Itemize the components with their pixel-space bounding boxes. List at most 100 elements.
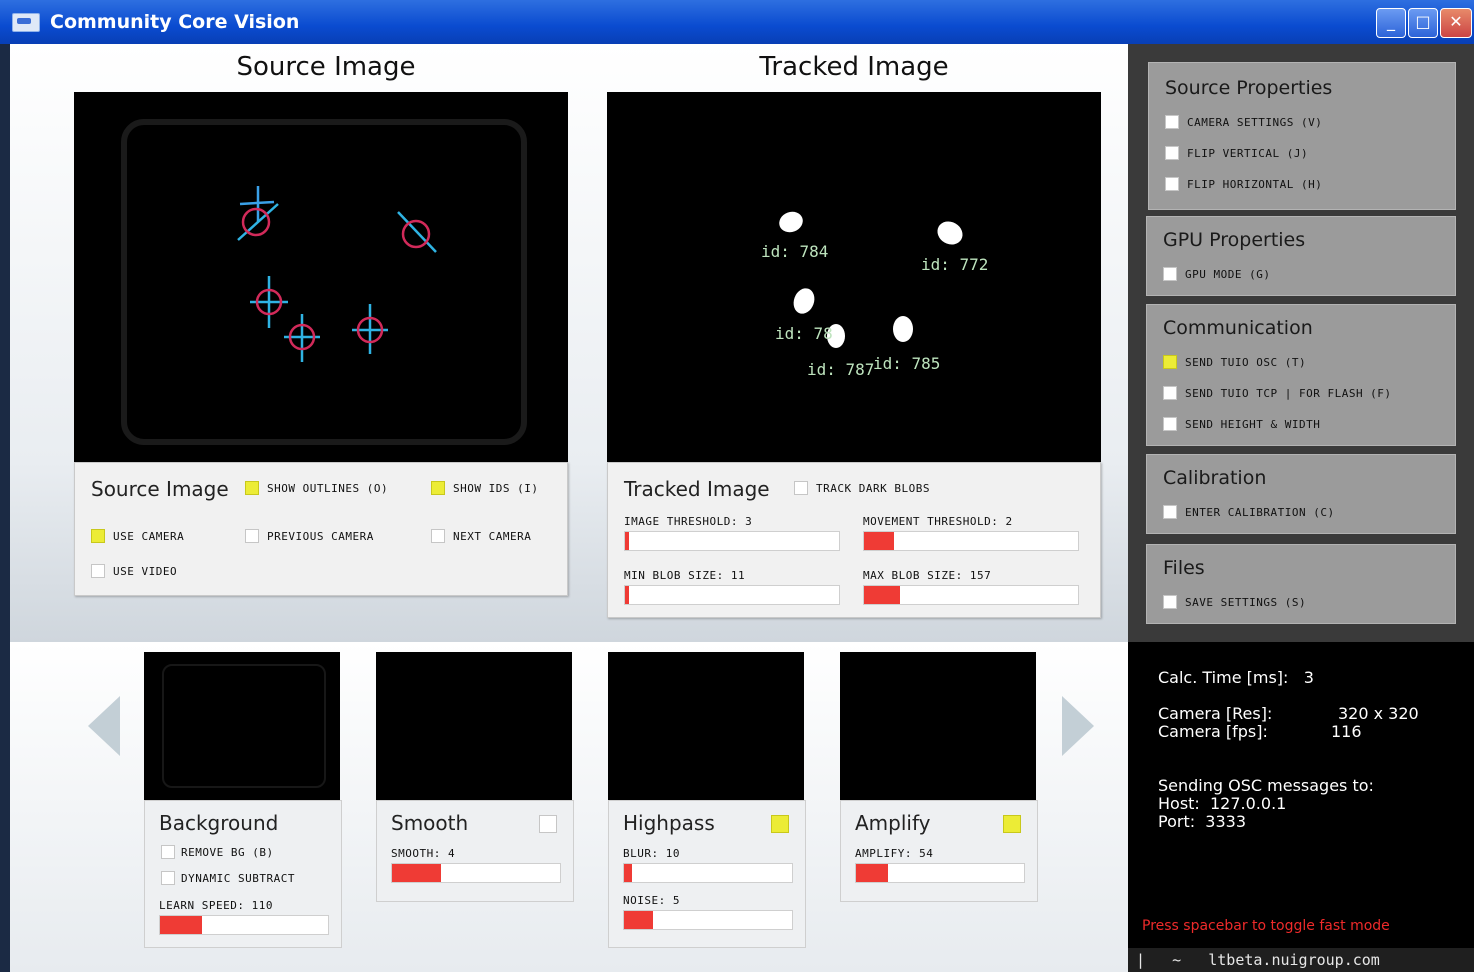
previous-camera-label: PREVIOUS CAMERA [267, 530, 374, 543]
previous-filter-arrow-icon[interactable] [88, 696, 120, 756]
dynamic-subtract-label: DYNAMIC SUBTRACT [181, 872, 295, 885]
slider-fill [864, 586, 901, 604]
smooth-slider[interactable] [391, 863, 561, 883]
dynamic-subtract-checkbox[interactable] [161, 871, 175, 885]
noise-slider[interactable] [623, 910, 793, 930]
blob-id-label: id: 784 [761, 242, 829, 261]
blob-id-label: id: 785 [873, 354, 941, 373]
highpass-thumbnail [608, 652, 804, 800]
highpass-enable-checkbox[interactable] [771, 815, 789, 833]
amplify-slider[interactable] [855, 863, 1025, 883]
app-icon [12, 13, 40, 32]
use-video-checkbox[interactable] [91, 564, 105, 578]
next-filter-arrow-icon[interactable] [1062, 696, 1094, 756]
footer-bar: | ~ ltbeta.nuigroup.com [1128, 948, 1474, 972]
blob [776, 208, 806, 236]
source-image-heading: Source Image [236, 52, 416, 82]
footer-url: | ~ ltbeta.nuigroup.com [1136, 951, 1380, 969]
communication-title: Communication [1163, 317, 1313, 339]
background-thumbnail [144, 652, 340, 800]
learn-speed-slider[interactable] [159, 915, 329, 935]
show-outlines-label: SHOW OUTLINES (O) [267, 482, 389, 495]
camera-settings-label: CAMERA SETTINGS (V) [1187, 116, 1323, 129]
settings-sidebar: Source Properties CAMERA SETTINGS (V) FL… [1128, 44, 1474, 642]
window-title: Community Core Vision [50, 11, 300, 33]
slider-fill [856, 864, 888, 882]
files-title: Files [1163, 557, 1205, 579]
smooth-enable-checkbox[interactable] [539, 815, 557, 833]
flip-horizontal-checkbox[interactable] [1165, 177, 1179, 191]
stats-panel: Calc. Time [ms]: 3 Camera [Res]: 320 x 3… [1128, 642, 1474, 972]
camera-fps-value: 116 [1331, 722, 1362, 741]
previous-camera-checkbox[interactable] [245, 529, 259, 543]
highpass-filter-panel: Highpass BLUR: 10 NOISE: 5 [608, 800, 806, 948]
send-tuio-tcp-checkbox[interactable] [1163, 386, 1177, 400]
calc-time: Calc. Time [ms]: 3 [1158, 668, 1314, 687]
blob-marker [237, 203, 437, 362]
gpu-mode-checkbox[interactable] [1163, 267, 1177, 281]
track-dark-blobs-checkbox[interactable] [794, 481, 808, 495]
thumbnail-frame [162, 664, 326, 788]
blob [933, 216, 967, 250]
gpu-properties-panel: GPU Properties GPU MODE (G) [1146, 216, 1456, 296]
gpu-properties-title: GPU Properties [1163, 229, 1306, 251]
tracked-panel-title: Tracked Image [624, 477, 770, 501]
remove-bg-label: REMOVE BG (B) [181, 846, 274, 859]
slider-fill [392, 864, 441, 882]
show-outlines-checkbox[interactable] [245, 481, 259, 495]
send-height-width-checkbox[interactable] [1163, 417, 1177, 431]
enter-calibration-checkbox[interactable] [1163, 505, 1177, 519]
camera-fps-label: Camera [fps]: [1158, 722, 1268, 741]
show-ids-label: SHOW IDS (I) [453, 482, 539, 495]
min-blob-size-label: MIN BLOB SIZE: 11 [624, 569, 746, 582]
remove-bg-checkbox[interactable] [161, 845, 175, 859]
blob [893, 316, 913, 342]
communication-panel: Communication SEND TUIO OSC (T) SEND TUI… [1146, 304, 1456, 446]
slider-fill [864, 532, 894, 550]
amplify-enable-checkbox[interactable] [1003, 815, 1021, 833]
save-settings-checkbox[interactable] [1163, 595, 1177, 609]
movement-threshold-slider[interactable] [863, 531, 1079, 551]
slider-fill [625, 532, 630, 550]
flip-horizontal-label: FLIP HORIZONTAL (H) [1187, 178, 1323, 191]
min-blob-size-slider[interactable] [624, 585, 840, 605]
background-filter-panel: Background REMOVE BG (B) DYNAMIC SUBTRAC… [144, 800, 342, 948]
learn-speed-label: LEARN SPEED: 110 [159, 899, 273, 912]
max-blob-size-slider[interactable] [863, 585, 1079, 605]
osc-port: Port: 3333 [1158, 812, 1246, 831]
image-threshold-slider[interactable] [624, 531, 840, 551]
use-camera-checkbox[interactable] [91, 529, 105, 543]
tracked-video-view: id: 784 id: 772 id: 78 id: 787 id: 785 [607, 92, 1101, 462]
close-button[interactable]: ✕ [1440, 8, 1472, 38]
slider-fill [160, 916, 202, 934]
amplify-label: AMPLIFY: 54 [855, 847, 934, 860]
camera-res-value: 320 x 320 [1338, 704, 1419, 723]
smooth-label: SMOOTH: 4 [391, 847, 456, 860]
source-video-svg [121, 119, 527, 445]
blur-label: BLUR: 10 [623, 847, 680, 860]
background-title: Background [159, 811, 279, 835]
minimize-button[interactable]: _ [1376, 8, 1406, 38]
send-height-width-label: SEND HEIGHT & WIDTH [1185, 418, 1321, 431]
gpu-mode-label: GPU MODE (G) [1185, 268, 1271, 281]
next-camera-checkbox[interactable] [431, 529, 445, 543]
amplify-filter-panel: Amplify AMPLIFY: 54 [840, 800, 1038, 902]
max-blob-size-label: MAX BLOB SIZE: 157 [863, 569, 992, 582]
title-bar: Community Core Vision _ □ ✕ [0, 0, 1474, 44]
blur-slider[interactable] [623, 863, 793, 883]
next-camera-label: NEXT CAMERA [453, 530, 532, 543]
flip-vertical-checkbox[interactable] [1165, 146, 1179, 160]
send-tuio-osc-label: SEND TUIO OSC (T) [1185, 356, 1307, 369]
use-video-label: USE VIDEO [113, 565, 178, 578]
blob-id-label: id: 772 [921, 255, 989, 274]
maximize-button[interactable]: □ [1408, 8, 1438, 38]
send-tuio-tcp-label: SEND TUIO TCP | FOR FLASH (F) [1185, 387, 1392, 400]
show-ids-checkbox[interactable] [431, 481, 445, 495]
highpass-title: Highpass [623, 811, 715, 835]
fast-mode-hint: Press spacebar to toggle fast mode [1142, 918, 1390, 934]
tracked-image-heading: Tracked Image [759, 52, 949, 82]
camera-settings-checkbox[interactable] [1165, 115, 1179, 129]
source-panel-title: Source Image [91, 477, 229, 501]
smooth-thumbnail [376, 652, 572, 800]
send-tuio-osc-checkbox[interactable] [1163, 355, 1177, 369]
